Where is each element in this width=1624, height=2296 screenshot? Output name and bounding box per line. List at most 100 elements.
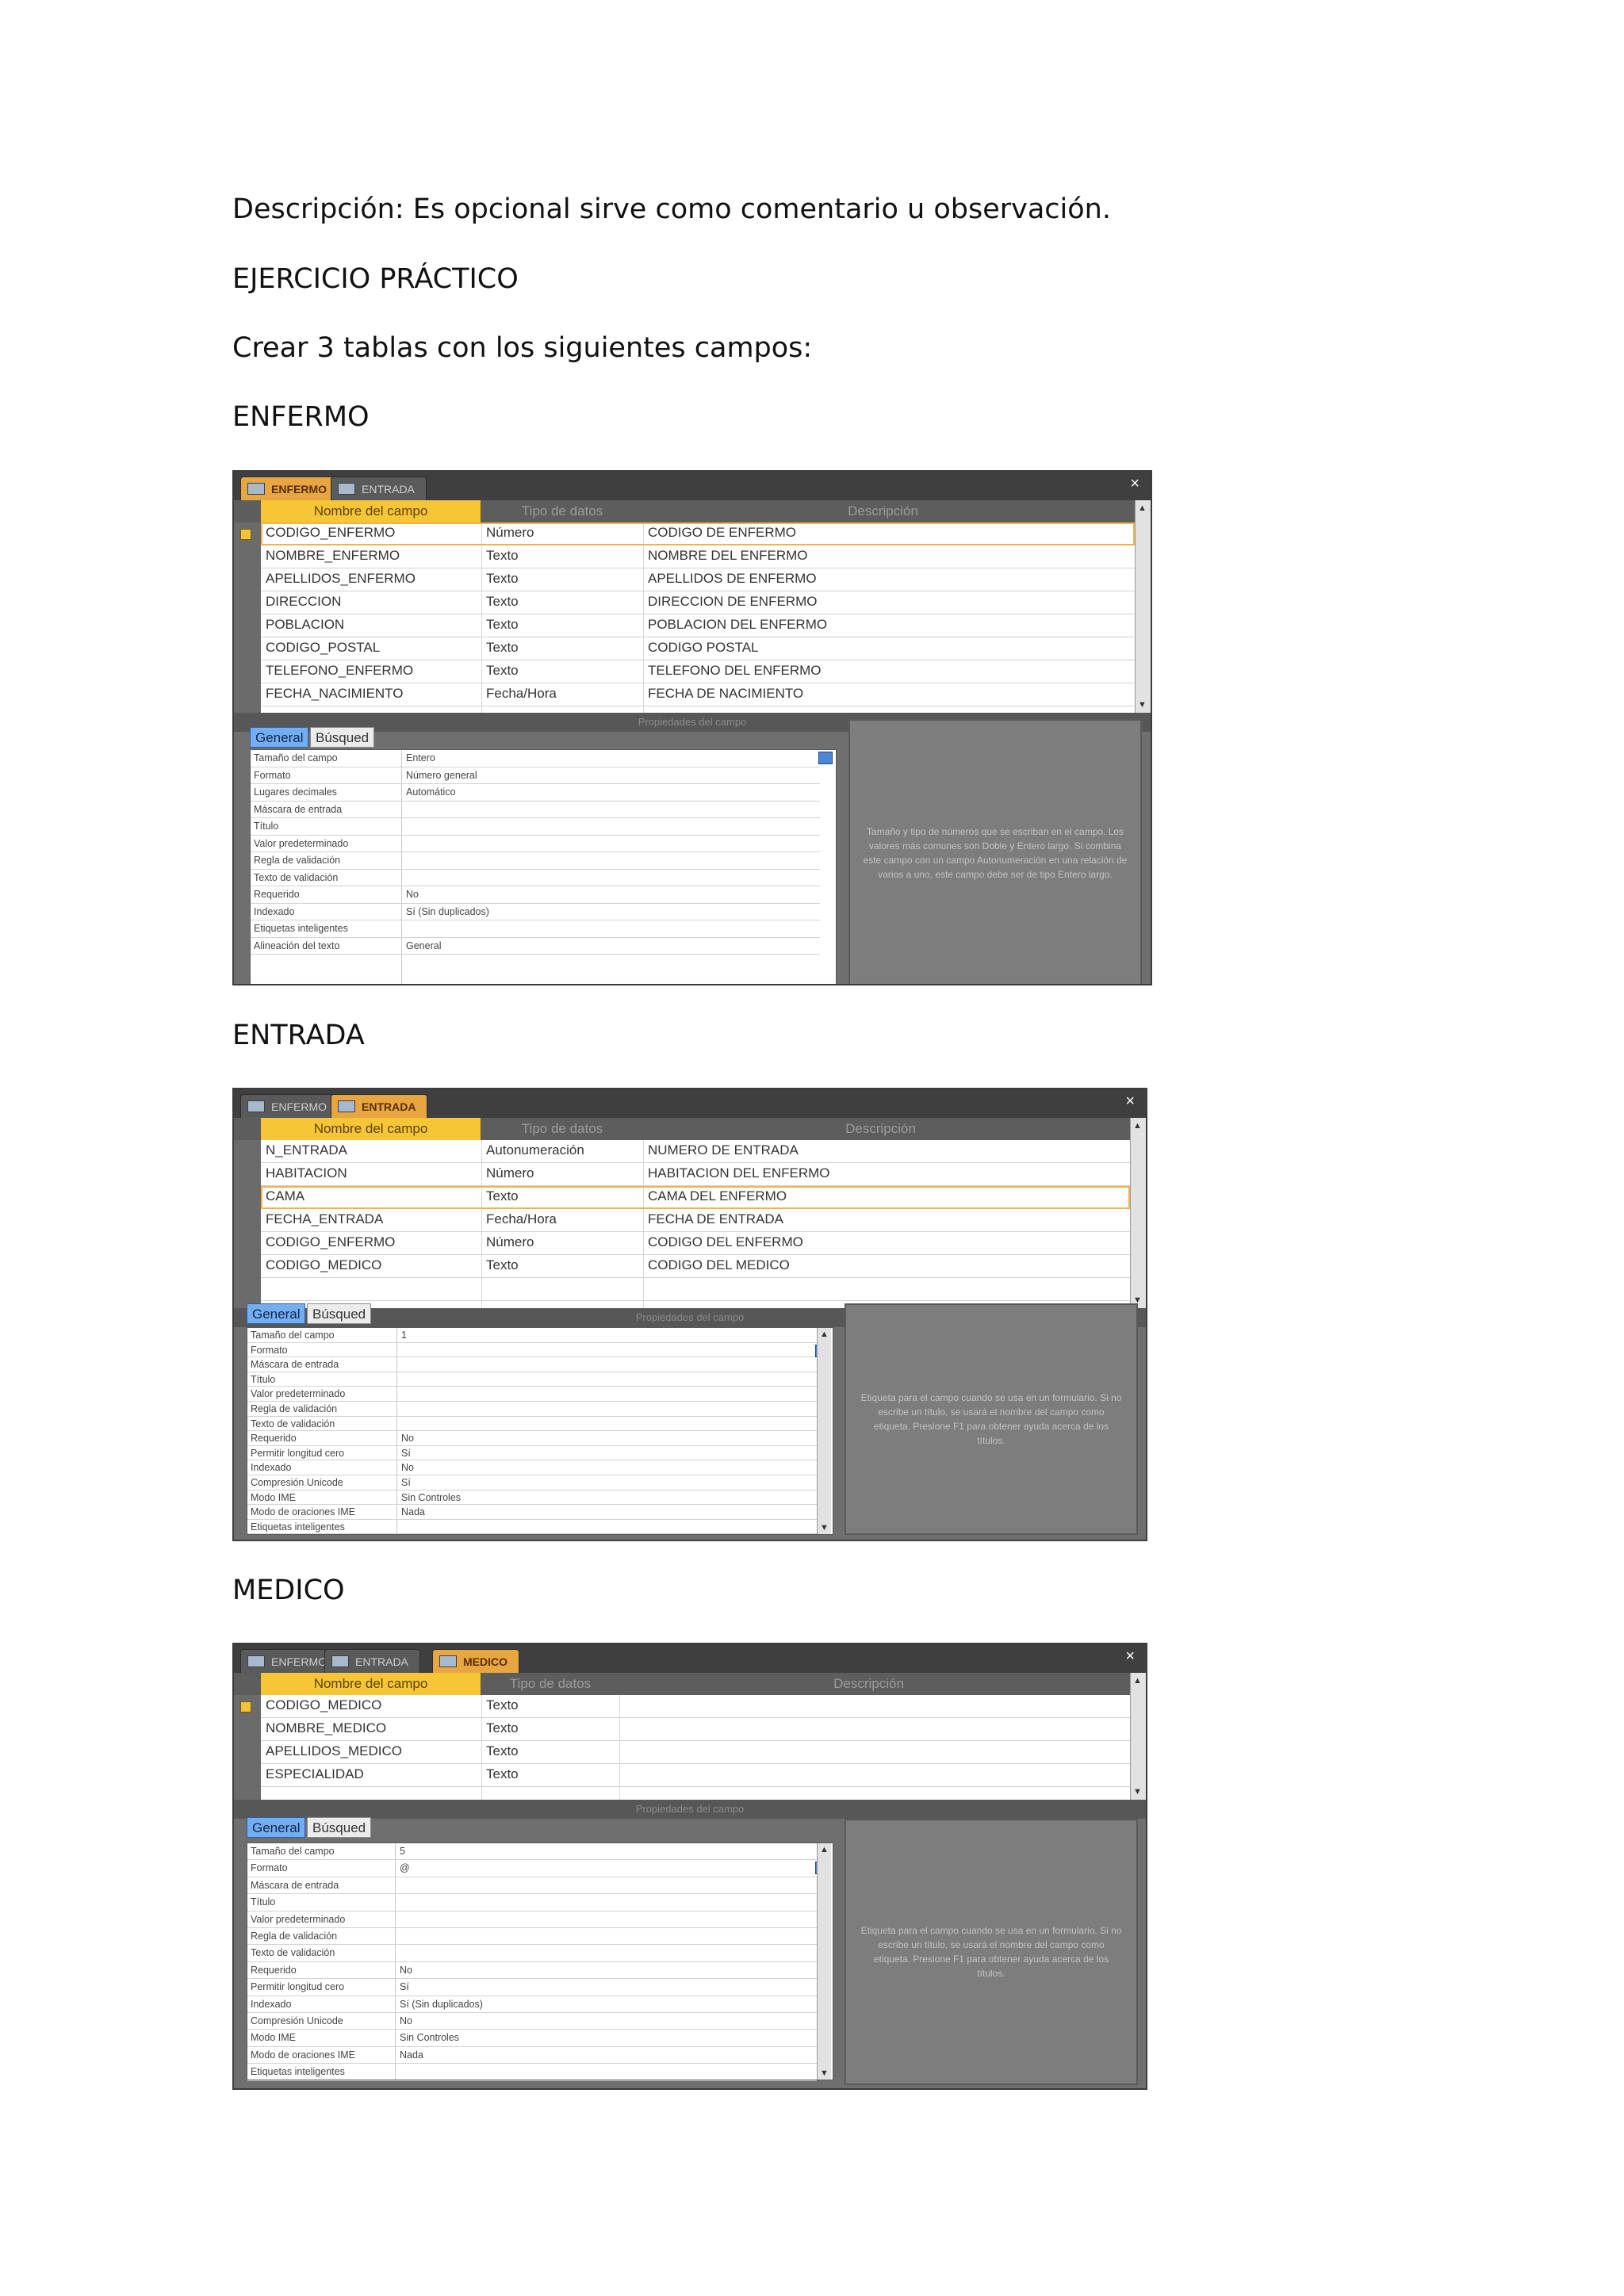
property-row[interactable]: Valor predeterminado bbox=[247, 1911, 817, 1928]
property-value[interactable]: Número general bbox=[406, 767, 477, 785]
tab-general[interactable]: General bbox=[247, 1303, 306, 1324]
property-row[interactable]: Máscara de entrada bbox=[247, 1877, 817, 1895]
scroll-down-icon[interactable]: ▼ bbox=[1138, 700, 1147, 710]
property-value[interactable]: No bbox=[401, 1460, 414, 1475]
tab-entrada[interactable]: ENTRADA bbox=[331, 476, 427, 500]
property-row[interactable]: Requerido No bbox=[247, 1431, 817, 1446]
property-row[interactable]: Texto de validación bbox=[247, 1945, 817, 1962]
property-row[interactable]: Título bbox=[251, 818, 820, 836]
property-row[interactable]: Requerido No bbox=[251, 886, 820, 904]
property-row[interactable]: Valor predeterminado bbox=[247, 1387, 817, 1402]
scroll-up-icon[interactable]: ▲ bbox=[820, 1845, 829, 1854]
field-row[interactable]: CODIGO_MEDICO Texto bbox=[261, 1695, 1130, 1718]
property-row[interactable]: Lugares decimales Automático bbox=[251, 784, 820, 802]
property-row[interactable]: Valor predeterminado bbox=[251, 836, 820, 852]
close-icon[interactable]: × bbox=[1125, 1093, 1135, 1111]
field-row[interactable]: APELLIDOS_ENFERMO Texto APELLIDOS DE ENFER… bbox=[261, 568, 1135, 591]
tab-general[interactable]: General bbox=[247, 1817, 306, 1838]
property-row[interactable]: Etiquetas inteligentes bbox=[247, 2064, 817, 2081]
property-row[interactable]: Permitir longitud cero Sí bbox=[247, 1979, 817, 1996]
property-value[interactable]: Sí bbox=[401, 1475, 411, 1490]
tab-enfermo[interactable]: ENFERMO bbox=[240, 476, 339, 500]
property-value[interactable]: 1 bbox=[401, 1328, 407, 1343]
close-icon[interactable]: × bbox=[1125, 1647, 1135, 1666]
property-row[interactable]: Máscara de entrada bbox=[251, 802, 820, 818]
scroll-up-icon[interactable]: ▲ bbox=[820, 1330, 829, 1339]
grid-scrollbar[interactable]: ▲ ▼ bbox=[1130, 1118, 1146, 1308]
field-row[interactable]: FECHA_ENTRADA Fecha/Hora FECHA DE ENTRADA bbox=[261, 1209, 1130, 1232]
property-value[interactable]: Nada bbox=[400, 2047, 423, 2064]
property-value[interactable]: Sí (Sin duplicados) bbox=[406, 904, 489, 921]
property-row[interactable]: Indexado Sí (Sin duplicados) bbox=[247, 1996, 817, 2013]
property-value[interactable]: @ bbox=[400, 1860, 410, 1877]
scroll-down-icon[interactable]: ▼ bbox=[820, 1523, 829, 1533]
tab-medico[interactable]: MEDICO bbox=[432, 1649, 519, 1673]
tab-general[interactable]: General bbox=[250, 727, 309, 748]
scroll-down-icon[interactable]: ▼ bbox=[820, 2068, 829, 2078]
scroll-up-icon[interactable]: ▲ bbox=[1133, 1676, 1142, 1686]
property-row[interactable]: Formato bbox=[247, 1343, 817, 1358]
tab-busqueda[interactable]: Búsqued bbox=[307, 1817, 372, 1838]
property-row[interactable]: Alineación del texto General bbox=[251, 938, 820, 955]
property-row[interactable]: Tamaño del campo 1 bbox=[247, 1328, 817, 1343]
scroll-up-icon[interactable]: ▲ bbox=[1133, 1121, 1142, 1131]
properties-scrollbar[interactable]: ▲ ▼ bbox=[817, 1843, 831, 2080]
property-row[interactable]: Título bbox=[247, 1372, 817, 1387]
property-row[interactable]: Modo de oraciones IME Nada bbox=[247, 2047, 817, 2064]
property-row[interactable]: Regla de validación bbox=[251, 852, 820, 870]
property-row[interactable]: Regla de validación bbox=[247, 1402, 817, 1417]
property-row[interactable]: Formato Número general bbox=[251, 767, 820, 785]
field-row[interactable]: NOMBRE_MEDICO Texto bbox=[261, 1718, 1130, 1741]
property-row[interactable]: Compresión Unicode Sí bbox=[247, 1475, 817, 1490]
field-row[interactable]: APELLIDOS_MEDICO Texto bbox=[261, 1741, 1130, 1764]
property-value[interactable]: Sin Controles bbox=[400, 2030, 459, 2046]
property-value[interactable]: 5 bbox=[400, 1843, 405, 1860]
property-row[interactable]: Tamaño del campo Entero bbox=[251, 750, 820, 767]
tab-busqueda[interactable]: Búsqued bbox=[307, 1303, 372, 1324]
field-row[interactable]: CAMA Texto CAMA DEL ENFERMO bbox=[261, 1186, 1130, 1209]
field-row[interactable]: NOMBRE_ENFERMO Texto NOMBRE DEL ENFERMO bbox=[261, 545, 1135, 568]
property-row[interactable]: Modo de oraciones IME Nada bbox=[247, 1505, 817, 1520]
tab-busqueda[interactable]: Búsqued bbox=[310, 727, 375, 748]
field-row[interactable]: TELEFONO_ENFERMO Texto TELEFONO DEL ENFERM… bbox=[261, 660, 1135, 683]
property-row[interactable]: Tamaño del campo 5 bbox=[247, 1843, 817, 1861]
property-value[interactable]: No bbox=[400, 2013, 412, 2030]
property-row[interactable]: Requerido No bbox=[247, 1962, 817, 1980]
field-row[interactable]: FECHA_NACIMIENTO Fecha/Hora FECHA DE NACIM… bbox=[261, 683, 1135, 706]
field-row[interactable]: CODIGO_ENFERMO Número CODIGO DE ENFERMO bbox=[261, 522, 1135, 545]
grid-scrollbar[interactable]: ▲ ▼ bbox=[1130, 1673, 1146, 1800]
dropdown-arrow-icon[interactable] bbox=[818, 752, 833, 764]
grid-scrollbar[interactable]: ▲ ▼ bbox=[1135, 500, 1151, 713]
tab-entrada[interactable]: ENTRADA bbox=[331, 1094, 428, 1118]
property-row[interactable]: Indexado Sí (Sin duplicados) bbox=[251, 904, 820, 921]
property-value[interactable]: Sí bbox=[400, 1979, 409, 1996]
property-value[interactable]: General bbox=[406, 938, 441, 955]
property-value[interactable]: Sin Controles bbox=[401, 1490, 461, 1506]
property-row[interactable]: Regla de validación bbox=[247, 1928, 817, 1946]
property-value[interactable]: Sí bbox=[401, 1446, 411, 1461]
field-row[interactable]: CODIGO_POSTAL Texto CODIGO POSTAL bbox=[261, 637, 1135, 660]
field-row[interactable]: DIRECCION Texto DIRECCION DE ENFERMO bbox=[261, 591, 1135, 614]
field-row[interactable]: HABITACION Número HABITACION DEL ENFERMO bbox=[261, 1163, 1130, 1186]
property-row[interactable]: Modo IME Sin Controles bbox=[247, 2030, 817, 2047]
property-value[interactable]: No bbox=[400, 1962, 412, 1979]
property-row[interactable]: Texto de validación bbox=[251, 870, 820, 886]
property-row[interactable]: Texto de validación bbox=[247, 1417, 817, 1432]
property-row[interactable]: Permitir longitud cero Sí bbox=[247, 1446, 817, 1461]
property-value[interactable]: No bbox=[406, 886, 419, 904]
field-row[interactable]: CODIGO_MEDICO Texto CODIGO DEL MEDICO bbox=[261, 1255, 1130, 1278]
property-value[interactable]: Sí (Sin duplicados) bbox=[400, 1996, 483, 2013]
property-row[interactable]: Etiquetas inteligentes bbox=[247, 1520, 817, 1535]
field-row[interactable]: N_ENTRADA Autonumeración NUMERO DE ENTRADA bbox=[261, 1140, 1130, 1163]
property-row[interactable]: Título bbox=[247, 1894, 817, 1911]
property-value[interactable]: Automático bbox=[406, 784, 456, 802]
property-row[interactable]: Máscara de entrada bbox=[247, 1357, 817, 1372]
property-row[interactable]: Compresión Unicode No bbox=[247, 2013, 817, 2030]
property-value[interactable]: No bbox=[401, 1431, 414, 1446]
properties-scrollbar[interactable]: ▲ ▼ bbox=[817, 1328, 831, 1534]
property-row[interactable]: Formato @ bbox=[247, 1860, 817, 1877]
property-row[interactable]: Modo IME Sin Controles bbox=[247, 1490, 817, 1506]
field-row[interactable]: POBLACION Texto POBLACION DEL ENFERMO bbox=[261, 614, 1135, 637]
property-value[interactable]: Nada bbox=[401, 1505, 425, 1520]
field-row[interactable]: ESPECIALIDAD Texto bbox=[261, 1764, 1130, 1787]
